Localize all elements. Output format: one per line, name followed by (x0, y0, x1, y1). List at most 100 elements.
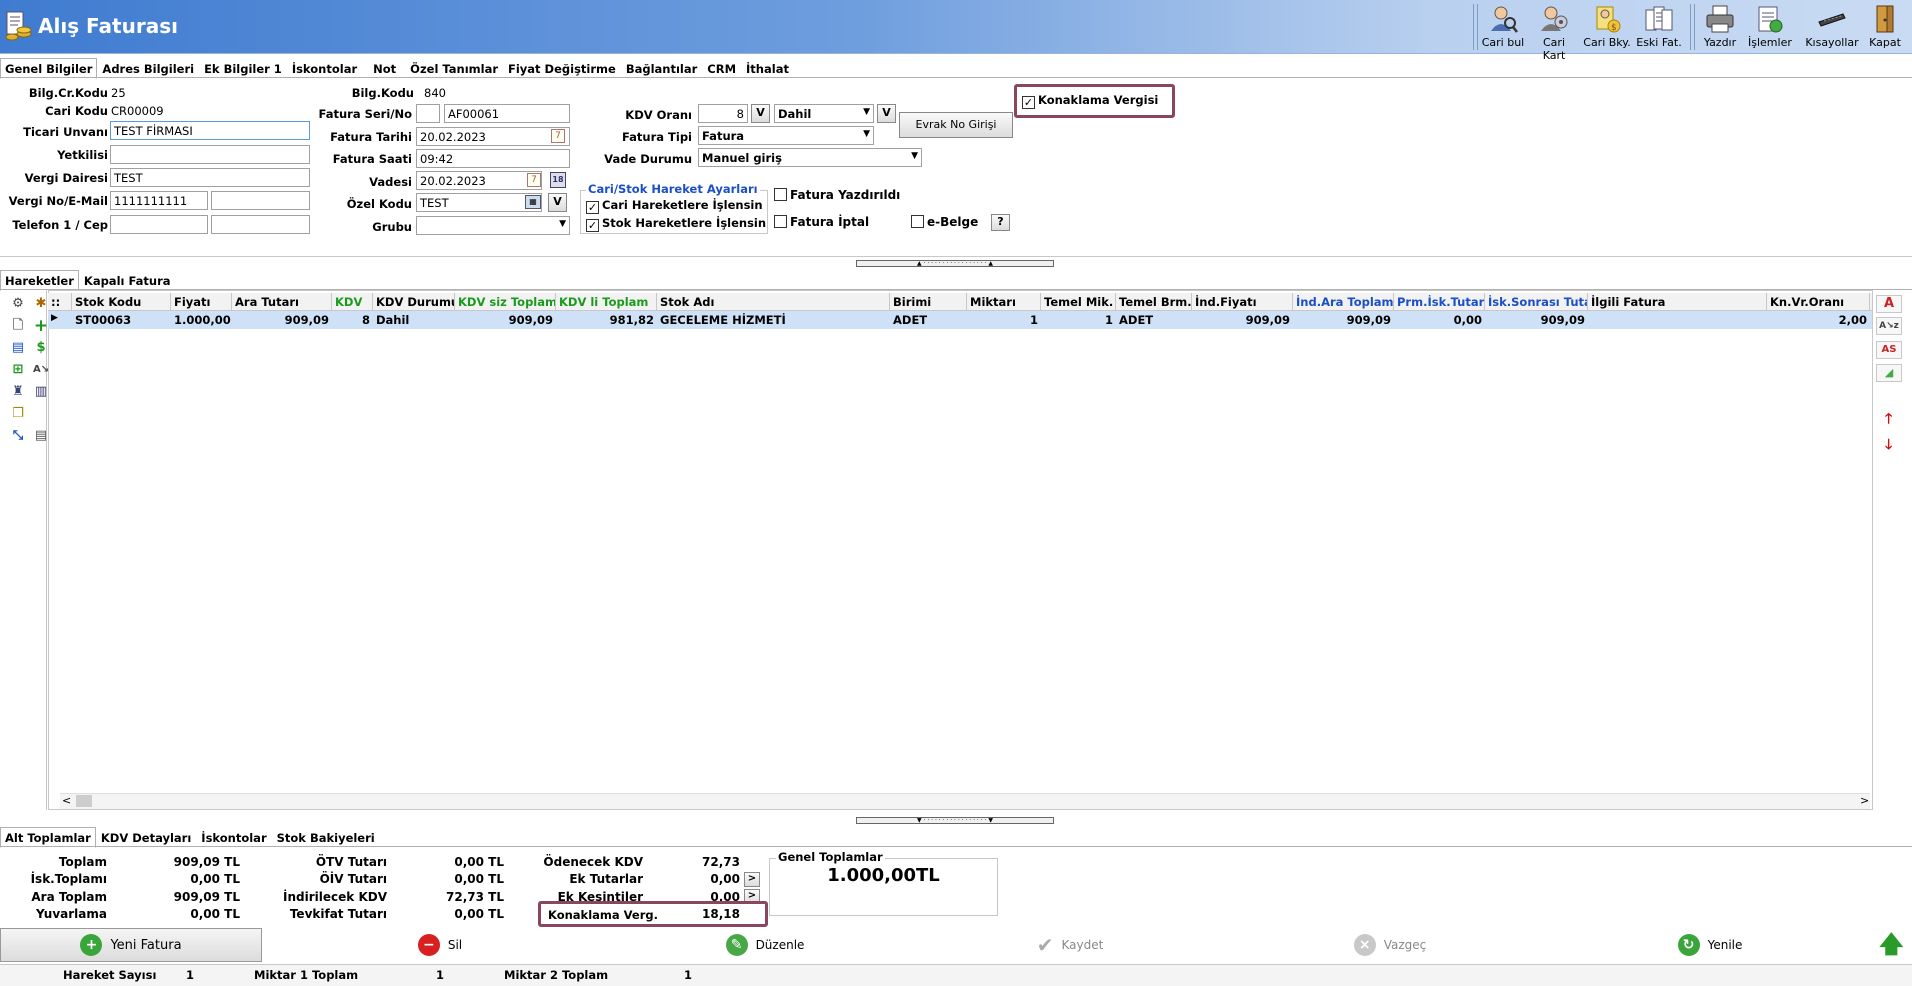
add-row-icon[interactable]: ⊞ (10, 362, 26, 378)
column-header[interactable]: İsk.Sonrası Tutar (1485, 293, 1588, 310)
kdv-v-button[interactable]: V (751, 104, 770, 123)
grubu-select[interactable]: ▼ (416, 216, 570, 235)
column-header[interactable]: Fiyatı (171, 293, 232, 310)
date-picker-icon[interactable]: 18 (550, 172, 566, 188)
kapat-button[interactable]: Kapat (1864, 0, 1906, 54)
link-icon[interactable]: ⤡ (10, 428, 26, 444)
tab-baglantilar[interactable]: Bağlantılar (621, 58, 702, 79)
kdv-dahil-v-button[interactable]: V (877, 104, 896, 123)
scroll-left-icon[interactable]: < (62, 794, 71, 807)
tab-kdv-detaylari[interactable]: KDV Detayları (96, 827, 196, 848)
grid-cell[interactable]: 0,00 (1394, 311, 1485, 329)
kdv-dahil-select[interactable]: Dahil ▼ (774, 104, 874, 123)
tab-ek-bilgiler[interactable]: Ek Bilgiler 1 (199, 58, 287, 79)
lookup-icon[interactable]: ▦ (525, 195, 541, 209)
ozel-kodu-field[interactable]: TEST (416, 193, 542, 212)
duzenle-button[interactable]: ✎ Düzenle (665, 928, 865, 962)
islemler-button[interactable]: İşlemler (1748, 0, 1792, 54)
yetkili-field[interactable] (110, 145, 310, 164)
up-arrow-icon[interactable]: 🡅 (1879, 931, 1904, 957)
grid-cell[interactable]: GECELEME HİZMETİ (657, 311, 890, 329)
grid-cell[interactable]: 1 (1041, 311, 1116, 329)
yeni-fatura-button[interactable]: + Yeni Fatura (0, 928, 262, 962)
calendar-icon[interactable]: 7 (551, 129, 565, 143)
move-down-icon[interactable]: 🡓 (1885, 434, 1892, 458)
column-header[interactable]: Stok Adı (657, 293, 890, 310)
vergi-dairesi-field[interactable]: TEST (110, 168, 310, 187)
column-header[interactable]: Temel Brm. (1116, 293, 1192, 310)
grid-cell[interactable]: ST00063 (72, 311, 171, 329)
tab-stok-bakiyeleri[interactable]: Stok Bakiyeleri (272, 827, 380, 848)
grid-cell[interactable]: 8 (332, 311, 373, 329)
splitter-handle[interactable]: ▼ · · · · · · · · · · · · · · · · · ▼ (856, 817, 1054, 824)
cari-hareket-checkbox[interactable]: ✓ Cari Hareketlere İşlensin (586, 198, 763, 214)
move-up-icon[interactable]: 🡑 (1885, 408, 1892, 432)
tab-kapali-fatura[interactable]: Kapalı Fatura (79, 270, 176, 291)
evrak-no-girisi-button[interactable]: Evrak No Girişi (899, 112, 1013, 138)
signal-icon[interactable]: ◢ (1876, 364, 1902, 382)
dollar-icon[interactable]: $ (33, 340, 49, 356)
sil-button[interactable]: − Sil (340, 928, 540, 962)
fatura-seri-field[interactable] (416, 104, 440, 123)
vergi-no-field[interactable]: 1111111111 (110, 191, 208, 210)
tab-crm[interactable]: CRM (702, 58, 741, 79)
ozel-kodu-v-button[interactable]: V (548, 193, 567, 212)
kdv-orani-field[interactable]: 8 (698, 104, 748, 123)
grid-cell[interactable]: 909,09 (1485, 311, 1588, 329)
column-header[interactable]: İnd.Ara Toplam (1293, 293, 1394, 310)
grid-cell[interactable]: ADET (890, 311, 967, 329)
tab-alt-toplamlar[interactable]: Alt Toplamlar (0, 827, 96, 848)
note-icon[interactable]: ▤ (33, 428, 49, 444)
column-header[interactable]: Kn.Vr.Oranı (1767, 293, 1870, 310)
tab-iskontolar[interactable]: İskontolar (287, 58, 362, 79)
sort-az-icon[interactable]: A↘z (1876, 317, 1902, 335)
stok-hareket-checkbox[interactable]: ✓ Stok Hareketlere İşlensin (586, 216, 766, 232)
tab-adres-bilgileri[interactable]: Adres Bilgileri (97, 58, 199, 79)
settings-gear-icon[interactable]: ⚙ (10, 296, 26, 312)
grid-cell[interactable]: 1 (967, 311, 1041, 329)
tab-not[interactable]: Not (368, 58, 401, 79)
fatura-tipi-select[interactable]: Fatura ▼ (698, 126, 874, 145)
tab-ozel-tanimlar[interactable]: Özel Tanımlar (405, 58, 503, 79)
font-icon[interactable]: A (1876, 295, 1902, 313)
eski-fat-button[interactable]: Eski Fat. (1634, 0, 1684, 54)
fatura-iptal-checkbox[interactable]: Fatura İptal (774, 215, 869, 229)
fatura-saati-field[interactable]: 09:42 (416, 149, 570, 168)
binoculars-icon[interactable]: ♜ (10, 384, 26, 400)
kisayollar-button[interactable]: Kısayollar (1804, 0, 1860, 54)
splitter-handle[interactable]: ▲ · · · · · · · · · · · · · · · · · ▲ (856, 260, 1054, 267)
help-button[interactable]: ? (991, 214, 1010, 231)
column-header[interactable]: Birimi (890, 293, 967, 310)
calendar-icon[interactable]: 7 (527, 173, 541, 187)
konaklama-vergisi-checkbox[interactable]: ✓ Konaklama Vergisi (1022, 93, 1158, 109)
grid-cell[interactable] (1588, 311, 1767, 329)
grid-cell[interactable]: 909,09 (455, 311, 556, 329)
email-field[interactable] (211, 191, 310, 210)
column-header[interactable]: KDV siz Toplam (455, 293, 556, 310)
table-row[interactable]: ▶ ST00063 1.000,00 909,09 8 Dahil 909,09… (48, 311, 1872, 329)
grid-cell[interactable]: 909,09 (232, 311, 332, 329)
fatura-tarihi-field[interactable]: 20.02.2023 (416, 127, 570, 146)
column-header[interactable]: Miktarı (967, 293, 1041, 310)
column-header[interactable]: Temel Mik. (1041, 293, 1116, 310)
document-list-icon[interactable]: ▤ (10, 340, 26, 356)
copy-icon[interactable]: ❐ (10, 406, 26, 422)
cari-bky-button[interactable]: $ Cari Bky. (1582, 0, 1632, 54)
kaydet-button[interactable]: ✔ Kaydet (970, 928, 1170, 962)
column-header[interactable]: KDV li Toplam (556, 293, 657, 310)
vade-durumu-select[interactable]: Manuel giriş ▼ (698, 148, 922, 167)
column-header[interactable]: İlgili Fatura (1588, 293, 1767, 310)
tab-genel-bilgiler[interactable]: Genel Bilgiler (0, 58, 98, 79)
tab-fiyat-degistirme[interactable]: Fiyat Değiştirme (503, 58, 621, 79)
cari-kart-button[interactable]: Cari Kart (1530, 0, 1578, 62)
column-header[interactable]: Stok Kodu (72, 293, 171, 310)
sort-az-icon[interactable]: A↘ (33, 362, 49, 378)
grid-cell[interactable]: 909,09 (1192, 311, 1293, 329)
barcode-icon[interactable]: ▥ (33, 384, 49, 400)
telefon-field[interactable] (110, 215, 208, 234)
yenile-button[interactable]: ↻ Yenile (1610, 928, 1810, 962)
column-header[interactable]: Prm.İsk.Tutarı (1394, 293, 1485, 310)
column-header[interactable]: KDV (332, 293, 373, 310)
tab-hareketler[interactable]: Hareketler (0, 270, 79, 291)
add-icon[interactable]: + (33, 318, 49, 335)
